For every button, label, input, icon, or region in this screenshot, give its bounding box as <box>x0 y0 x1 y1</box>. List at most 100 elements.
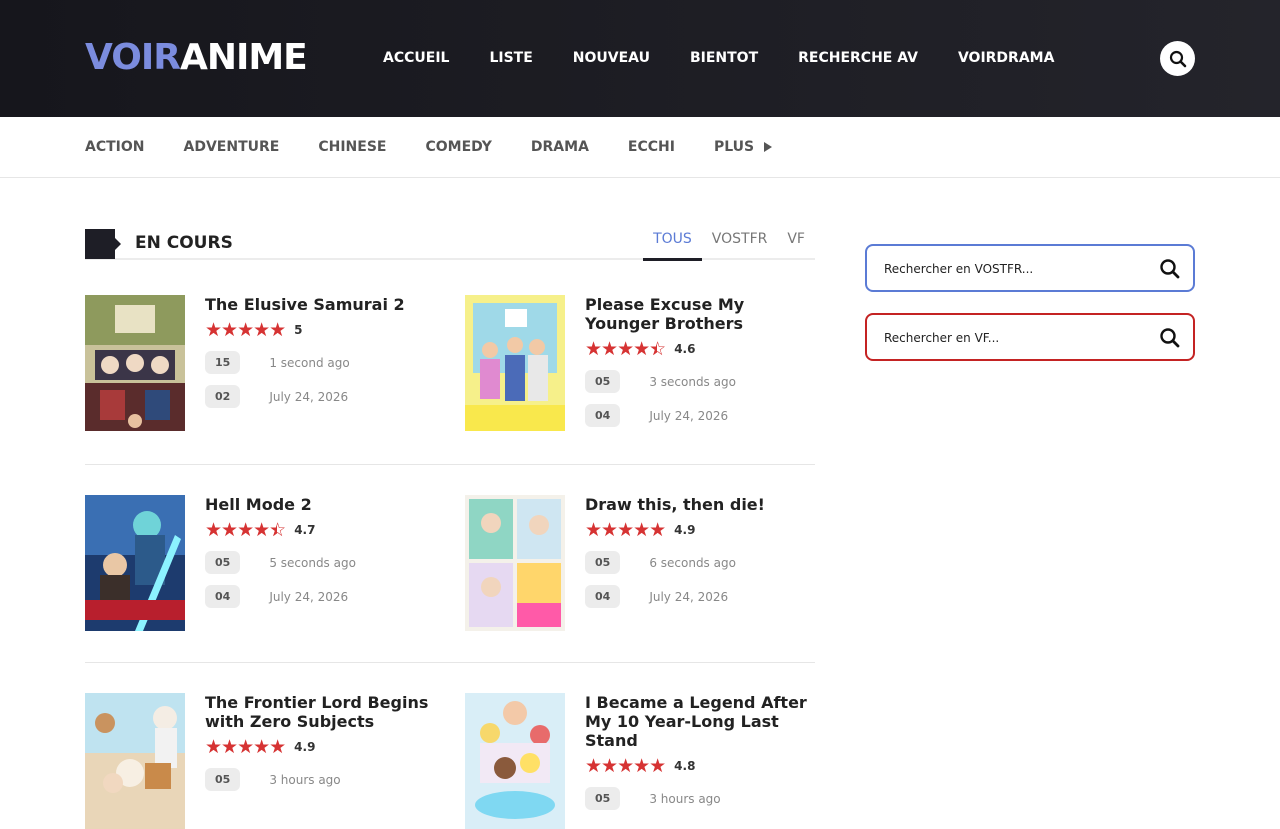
episode-date: July 24, 2026 <box>649 589 729 604</box>
search-icon[interactable] <box>1159 327 1181 349</box>
episode-row[interactable]: 05 3 hours ago <box>205 768 440 791</box>
nav-bientot[interactable]: BIENTOT <box>690 48 758 68</box>
search-icon[interactable] <box>1159 258 1181 280</box>
anime-poster[interactable] <box>85 693 185 829</box>
genre-ecchi[interactable]: ECCHI <box>628 137 675 157</box>
anime-title[interactable]: The Frontier Lord Begins with Zero Subje… <box>205 693 440 731</box>
genre-drama[interactable]: DRAMA <box>531 137 589 157</box>
header-search-button[interactable] <box>1160 41 1195 76</box>
rating: ★★★★★ 4.8 <box>585 756 820 776</box>
episode-badge[interactable]: 04 <box>585 585 621 608</box>
rating-score: 4.6 <box>674 342 696 356</box>
episode-date: July 24, 2026 <box>649 408 729 423</box>
anime-info: Draw this, then die! ★★★★★ 4.9 05 6 seco… <box>585 495 820 608</box>
episode-date: July 24, 2026 <box>269 589 349 604</box>
episode-time: 5 seconds ago <box>269 555 356 570</box>
search-vostfr-input[interactable] <box>884 258 1144 280</box>
site-logo[interactable]: VOIRANIME <box>85 37 308 78</box>
nav-liste[interactable]: LISTE <box>489 48 532 68</box>
episode-badge[interactable]: 05 <box>205 768 241 791</box>
rating: ★★★★★ 4.9 <box>205 737 440 757</box>
rating: ★★★★★ 5 <box>205 320 440 340</box>
section-title: EN COURS <box>135 233 233 253</box>
anime-title[interactable]: Hell Mode 2 <box>205 495 440 514</box>
episode-row[interactable]: 05 6 seconds ago <box>585 551 820 574</box>
rating-score: 4.8 <box>674 759 696 773</box>
rating-stars: ★★★★★ <box>205 319 286 341</box>
episode-badge[interactable]: 05 <box>205 551 241 574</box>
episode-row[interactable]: 05 3 hours ago <box>585 787 820 810</box>
rating-score: 4.9 <box>674 523 696 537</box>
rating-stars: ★★★★☆★ <box>205 519 286 541</box>
episode-time: 3 seconds ago <box>649 374 736 389</box>
section-marker <box>85 229 121 259</box>
episode-badge[interactable]: 15 <box>205 351 241 374</box>
episode-badge[interactable]: 05 <box>585 551 621 574</box>
episode-badge[interactable]: 04 <box>205 585 241 608</box>
row-divider <box>85 662 815 663</box>
rating: ★★★★☆★ 4.6 <box>585 339 820 359</box>
episode-badge[interactable]: 04 <box>585 404 621 427</box>
anime-info: The Elusive Samurai 2 ★★★★★ 5 15 1 secon… <box>205 295 440 408</box>
episode-row[interactable]: 05 3 seconds ago <box>585 370 820 393</box>
logo-part-voir: VOIR <box>85 37 181 78</box>
filter-tabs: TOUS VOSTFR VF <box>643 229 815 261</box>
anime-info: Hell Mode 2 ★★★★☆★ 4.7 05 5 seconds ago … <box>205 495 440 608</box>
anime-info: I Became a Legend After My 10 Year-Long … <box>585 693 820 810</box>
anime-title[interactable]: I Became a Legend After My 10 Year-Long … <box>585 693 820 750</box>
episode-row[interactable]: 02 July 24, 2026 <box>205 385 440 408</box>
anime-poster[interactable] <box>465 693 565 829</box>
genre-plus[interactable]: PLUS <box>713 137 773 157</box>
anime-poster[interactable] <box>85 295 185 431</box>
anime-poster[interactable] <box>465 295 565 431</box>
tab-vostfr[interactable]: VOSTFR <box>702 229 778 260</box>
rating-stars: ★★★★★ <box>585 755 666 777</box>
main-nav: ACCUEIL LISTE NOUVEAU BIENTOT RECHERCHE … <box>383 48 1094 68</box>
row-divider <box>85 464 815 465</box>
episode-badge[interactable]: 05 <box>585 370 621 393</box>
anime-info: The Frontier Lord Begins with Zero Subje… <box>205 693 440 791</box>
anime-poster[interactable] <box>85 495 185 631</box>
nav-voirdrama[interactable]: VOIRDRAMA <box>958 48 1054 68</box>
genre-chinese[interactable]: CHINESE <box>318 137 386 157</box>
section-header: EN COURS TOUS VOSTFR VF <box>85 229 815 261</box>
episode-badge[interactable]: 05 <box>585 787 621 810</box>
genre-list: ACTION ADVENTURE CHINESE COMEDY DRAMA EC… <box>85 137 811 157</box>
episode-row[interactable]: 04 July 24, 2026 <box>585 404 820 427</box>
genre-bar: ACTION ADVENTURE CHINESE COMEDY DRAMA EC… <box>0 117 1280 178</box>
episode-time: 1 second ago <box>269 355 350 370</box>
episode-row[interactable]: 15 1 second ago <box>205 351 440 374</box>
episode-row[interactable]: 05 5 seconds ago <box>205 551 440 574</box>
rating-stars: ★★★★★ <box>205 736 286 758</box>
logo-part-anime: ANIME <box>179 37 308 78</box>
nav-accueil[interactable]: ACCUEIL <box>383 48 449 68</box>
anime-poster[interactable] <box>465 495 565 631</box>
genre-action[interactable]: ACTION <box>85 137 145 157</box>
rating-stars: ★★★★☆★ <box>585 338 666 360</box>
tab-tous[interactable]: TOUS <box>643 229 702 261</box>
episode-row[interactable]: 04 July 24, 2026 <box>585 585 820 608</box>
search-vostfr-box <box>865 244 1195 292</box>
rating-score: 4.7 <box>294 523 316 537</box>
anime-info: Please Excuse My Younger Brothers ★★★★☆★… <box>585 295 820 427</box>
anime-title[interactable]: Please Excuse My Younger Brothers <box>585 295 820 333</box>
rating-score: 5 <box>294 323 303 337</box>
rating: ★★★★★ 4.9 <box>585 520 820 540</box>
episode-date: July 24, 2026 <box>269 389 349 404</box>
anime-title[interactable]: Draw this, then die! <box>585 495 820 514</box>
nav-nouveau[interactable]: NOUVEAU <box>573 48 650 68</box>
episode-time: 3 hours ago <box>649 791 721 806</box>
episode-time: 6 seconds ago <box>649 555 736 570</box>
genre-adventure[interactable]: ADVENTURE <box>184 137 280 157</box>
episode-badge[interactable]: 02 <box>205 385 241 408</box>
nav-recherche-av[interactable]: RECHERCHE AV <box>798 48 918 68</box>
search-vf-input[interactable] <box>884 327 1144 349</box>
anime-title[interactable]: The Elusive Samurai 2 <box>205 295 440 314</box>
episode-row[interactable]: 04 July 24, 2026 <box>205 585 440 608</box>
genre-comedy[interactable]: COMEDY <box>425 137 491 157</box>
tab-vf[interactable]: VF <box>777 229 815 260</box>
rating-stars: ★★★★★ <box>585 519 666 541</box>
rating-score: 4.9 <box>294 740 316 754</box>
caret-right-icon <box>764 142 773 152</box>
genre-plus-label: PLUS <box>713 139 755 155</box>
